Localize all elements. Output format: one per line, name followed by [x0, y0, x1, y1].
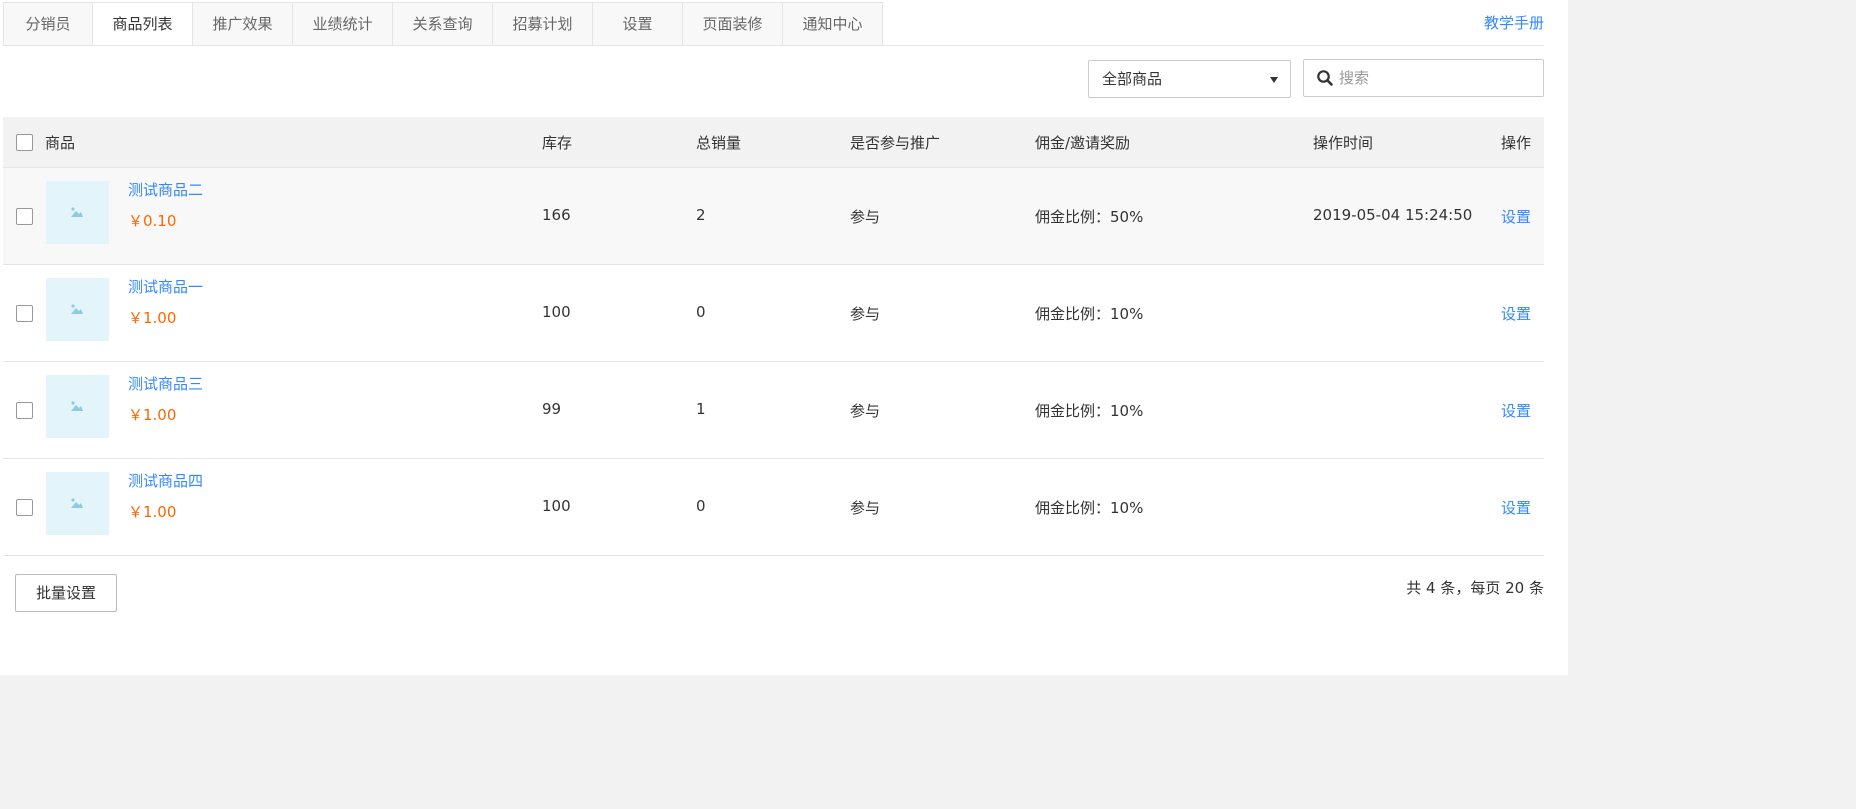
row-checkbox[interactable]	[16, 208, 33, 225]
sales-value: 0	[696, 303, 706, 321]
batch-settings-button[interactable]: 批量设置	[15, 574, 117, 612]
row-checkbox[interactable]	[16, 305, 33, 322]
product-thumbnail	[46, 278, 109, 341]
product-price: ￥0.10	[128, 212, 177, 230]
product-name-link[interactable]: 测试商品三	[128, 373, 203, 394]
settings-link[interactable]: 设置	[1501, 206, 1531, 227]
page: 分销员 商品列表 推广效果 业绩统计 关系查询 招募计划 设置 页面装修 通知中…	[0, 0, 1568, 675]
header-promotion: 是否参与推广	[850, 134, 941, 152]
product-thumbnail	[46, 375, 109, 438]
commission-value: 佣金比例：10%	[1035, 402, 1144, 420]
tab-bar: 分销员 商品列表 推广效果 业绩统计 关系查询 招募计划 设置 页面装修 通知中…	[3, 2, 883, 46]
product-thumbnail	[46, 472, 109, 535]
table-row: 测试商品一 ￥1.00 100 0 参与 佣金比例：10% 设置	[3, 265, 1544, 362]
sales-value: 0	[696, 497, 706, 515]
stock-value: 100	[542, 303, 571, 321]
tab-performance-stats[interactable]: 业绩统计	[293, 2, 393, 46]
image-placeholder-icon	[71, 207, 83, 217]
commission-value: 佣金比例：50%	[1035, 208, 1144, 226]
tab-promotion-effect[interactable]: 推广效果	[193, 2, 293, 46]
product-name-link[interactable]: 测试商品二	[128, 179, 203, 200]
operation-time: 2019-05-04 15:24:50	[1313, 206, 1473, 224]
commission-value: 佣金比例：10%	[1035, 305, 1144, 323]
image-placeholder-icon	[71, 304, 83, 314]
promotion-status: 参与	[850, 305, 881, 323]
select-all-checkbox[interactable]	[16, 134, 33, 151]
tab-relationship-query[interactable]: 关系查询	[393, 2, 493, 46]
promotion-status: 参与	[850, 499, 881, 517]
row-checkbox[interactable]	[16, 499, 33, 516]
header-stock: 库存	[542, 134, 573, 152]
table-header: 商品 库存 总销量 是否参与推广 佣金/邀请奖励 操作时间 操作	[3, 117, 1544, 168]
row-checkbox[interactable]	[16, 402, 33, 419]
header-operation-time: 操作时间	[1313, 134, 1374, 152]
tab-page-decoration[interactable]: 页面装修	[683, 2, 783, 46]
product-price: ￥1.00	[128, 406, 177, 424]
promotion-status: 参与	[850, 208, 881, 226]
tab-settings[interactable]: 设置	[593, 2, 683, 46]
settings-link[interactable]: 设置	[1501, 497, 1531, 518]
sales-value: 2	[696, 206, 706, 224]
commission-value: 佣金比例：10%	[1035, 499, 1144, 517]
image-placeholder-icon	[71, 401, 83, 411]
search-icon	[1317, 70, 1333, 86]
header-sales: 总销量	[696, 134, 742, 152]
search-box	[1303, 59, 1544, 97]
pagination-info: 共 4 条，每页 20 条	[1406, 579, 1544, 597]
sales-value: 1	[696, 400, 706, 418]
stock-value: 100	[542, 497, 571, 515]
table-row: 测试商品三 ￥1.00 99 1 参与 佣金比例：10% 设置	[3, 362, 1544, 459]
product-price: ￥1.00	[128, 309, 177, 327]
product-filter-select[interactable]: 全部商品	[1088, 60, 1291, 98]
tabs-divider	[3, 45, 1544, 46]
tab-distributors[interactable]: 分销员	[3, 2, 93, 46]
caret-down-icon	[1270, 77, 1278, 83]
header-commission: 佣金/邀请奖励	[1035, 134, 1131, 152]
tab-notification-center[interactable]: 通知中心	[783, 2, 883, 46]
stock-value: 99	[542, 400, 562, 418]
settings-link[interactable]: 设置	[1501, 400, 1531, 421]
product-thumbnail	[46, 181, 109, 244]
settings-link[interactable]: 设置	[1501, 303, 1531, 324]
product-name-link[interactable]: 测试商品四	[128, 470, 203, 491]
tab-product-list[interactable]: 商品列表	[93, 2, 193, 46]
header-product: 商品	[45, 134, 76, 152]
product-name-link[interactable]: 测试商品一	[128, 276, 203, 297]
header-action: 操作	[1501, 134, 1532, 152]
product-price: ￥1.00	[128, 503, 177, 521]
table-row: 测试商品二 ￥0.10 166 2 参与 佣金比例：50% 2019-05-04…	[3, 168, 1544, 265]
table-row: 测试商品四 ￥1.00 100 0 参与 佣金比例：10% 设置	[3, 459, 1544, 556]
promotion-status: 参与	[850, 402, 881, 420]
product-table: 商品 库存 总销量 是否参与推广 佣金/邀请奖励 操作时间 操作 测试商品二 ￥…	[3, 117, 1544, 556]
tab-recruitment-plan[interactable]: 招募计划	[493, 2, 593, 46]
tutorial-manual-link[interactable]: 教学手册	[1484, 12, 1544, 33]
stock-value: 166	[542, 206, 571, 224]
search-input[interactable]	[1339, 61, 1539, 95]
product-filter-value: 全部商品	[1102, 70, 1163, 88]
image-placeholder-icon	[71, 498, 83, 508]
